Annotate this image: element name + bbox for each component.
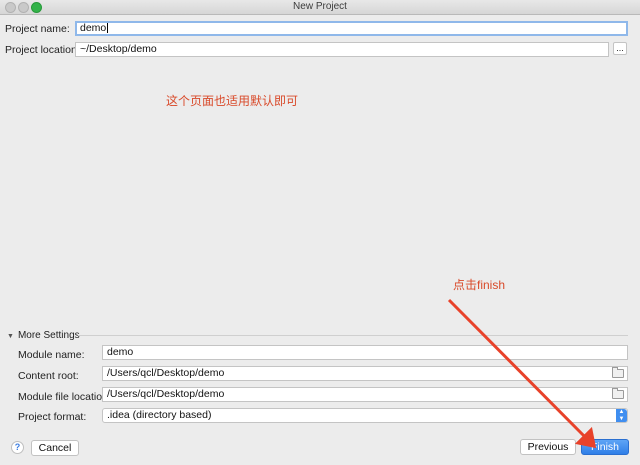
project-location-label: Project location:: [5, 44, 80, 56]
window-title: New Project: [293, 1, 347, 12]
content-root-value: /Users/qcl/Desktop/demo: [107, 367, 225, 379]
finish-note-annotation: 点击finish: [453, 278, 506, 292]
folder-icon[interactable]: [612, 367, 624, 378]
module-name-input[interactable]: demo: [102, 345, 628, 360]
disclosure-triangle-icon: ▼: [7, 333, 14, 340]
content-root-label: Content root:: [18, 370, 79, 382]
project-name-label: Project name:: [5, 23, 70, 35]
content-root-input[interactable]: /Users/qcl/Desktop/demo: [102, 366, 628, 381]
module-name-label: Module name:: [18, 349, 85, 361]
project-format-label: Project format:: [18, 411, 87, 423]
project-format-select[interactable]: .idea (directory based) ▲ ▼: [102, 408, 628, 423]
module-file-location-value: /Users/qcl/Desktop/demo: [107, 388, 225, 400]
title-bar: New Project: [0, 0, 640, 15]
project-name-value: demo: [80, 22, 107, 34]
section-divider: [78, 335, 628, 336]
more-settings-title: More Settings: [17, 330, 80, 341]
help-button[interactable]: ?: [11, 441, 24, 454]
select-arrows-icon: ▲ ▼: [616, 409, 627, 422]
module-file-location-input[interactable]: /Users/qcl/Desktop/demo: [102, 387, 628, 402]
previous-button[interactable]: Previous: [520, 439, 576, 455]
module-name-value: demo: [107, 346, 134, 358]
project-location-input[interactable]: ~/Desktop/demo: [75, 42, 609, 57]
project-name-input[interactable]: demo: [75, 21, 628, 36]
text-caret: [107, 23, 109, 34]
finish-button[interactable]: Finish: [581, 439, 629, 455]
folder-icon[interactable]: [612, 388, 624, 399]
project-location-value: ~/Desktop/demo: [80, 43, 157, 55]
project-format-value: .idea (directory based): [107, 409, 212, 421]
module-file-location-label: Module file location:: [18, 391, 111, 403]
more-settings-toggle[interactable]: ▼ More Settings: [7, 330, 80, 341]
cancel-button[interactable]: Cancel: [31, 440, 79, 456]
page-note-annotation: 这个页面也适用默认即可: [166, 94, 299, 108]
browse-location-button[interactable]: ...: [613, 42, 627, 55]
